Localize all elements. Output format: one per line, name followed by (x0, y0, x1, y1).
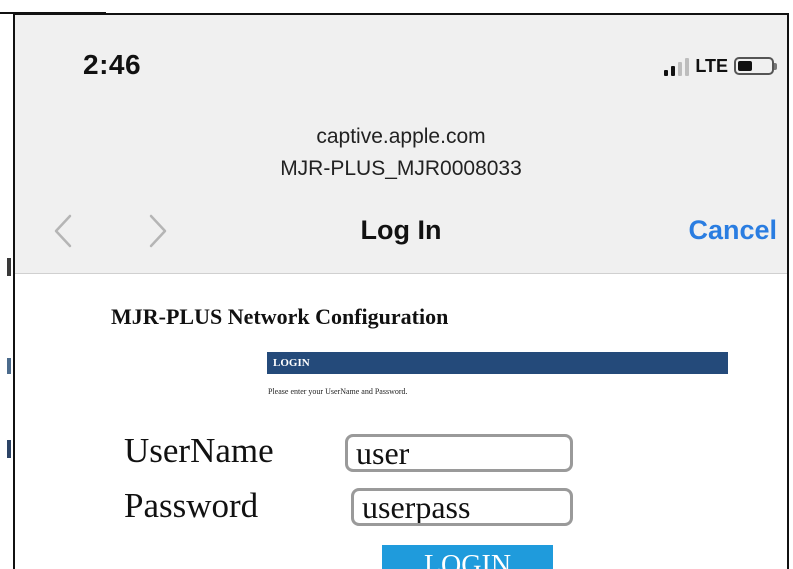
username-field[interactable]: user (345, 434, 573, 472)
left-edge-marks (0, 0, 13, 569)
login-prompt: Please enter your UserName and Password. (268, 387, 408, 396)
browser-chrome: 2:46 LTE captive.apple.com MJR-PLUS_MJR0… (15, 15, 787, 274)
edge-mark (7, 358, 11, 374)
network-ssid: MJR-PLUS_MJR0008033 (280, 157, 522, 180)
status-time: 2:46 (83, 49, 142, 80)
page-heading: MJR-PLUS Network Configuration (111, 304, 449, 329)
signal-bar (685, 58, 690, 76)
phone-screen: 2:46 LTE captive.apple.com MJR-PLUS_MJR0… (13, 13, 789, 569)
password-label: Password (124, 486, 259, 525)
login-button[interactable]: LOGIN (382, 545, 553, 569)
cellular-signal-icon (664, 56, 690, 76)
battery-icon (734, 57, 777, 75)
network-type: LTE (695, 55, 728, 76)
edge-mark (7, 258, 11, 276)
username-label: UserName (124, 431, 274, 470)
page-url: captive.apple.com (316, 125, 486, 148)
sheet-title: Log In (360, 215, 442, 245)
edge-mark (7, 440, 11, 458)
signal-bar (678, 62, 683, 76)
cancel-button[interactable]: Cancel (688, 215, 777, 246)
signal-bar (671, 66, 676, 76)
password-field[interactable]: userpass (351, 488, 573, 526)
signal-bar (664, 70, 669, 76)
login-section-bar: LOGIN (267, 352, 728, 374)
captive-portal-page: MJR-PLUS Network Configuration LOGIN Ple… (15, 274, 787, 569)
status-indicators: LTE (664, 55, 777, 77)
